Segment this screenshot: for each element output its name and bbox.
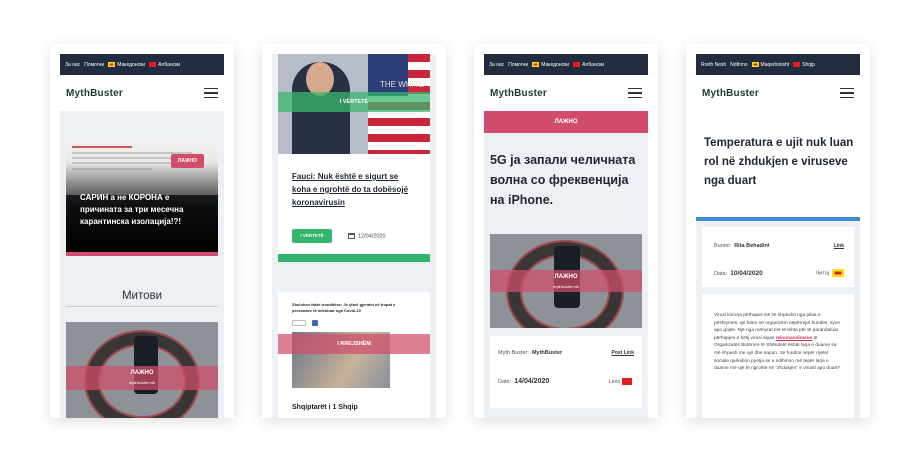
flag-mk-icon <box>532 61 540 67</box>
article-meta: Burimi: Rita Behadini Link Data: 10/04/2… <box>702 227 854 287</box>
article-date: 14/04/2020 <box>514 378 550 385</box>
screen-4: Rreth Nesh Ndihmo Maqedonisht Shqip Myth… <box>696 54 860 418</box>
hero-image[interactable]: THE WHITE I VËRTETË <box>278 54 430 154</box>
nav-about-link[interactable]: Rreth Nesh <box>701 62 726 68</box>
hamburger-menu-icon[interactable] <box>840 88 854 98</box>
read-macedonian-link[interactable]: Читај <box>816 269 844 277</box>
author-name: MythBuster <box>531 350 563 356</box>
true-tag-button[interactable]: I VËRTETË <box>292 229 332 243</box>
article-card-2[interactable]: Zbulohen fakte tronditëse: Je çfarë gjen… <box>278 292 430 418</box>
phone-mockup-2: THE WHITE I VËRTETË Fauci: Nuk është e s… <box>262 44 446 418</box>
flag-al-icon <box>149 61 157 67</box>
header: MythBuster <box>696 75 860 111</box>
false-verdict-band: ЛАЖНО <box>484 111 648 133</box>
card-title[interactable]: САРИН а не КОРОНА е причината за три мес… <box>80 192 208 228</box>
article-meta: Myth Buster: MythBuster Post Link Date: … <box>490 336 642 408</box>
article-title: Temperatura e ujit nuk luan rol në zhduk… <box>704 137 854 187</box>
hamburger-menu-icon[interactable] <box>628 88 642 98</box>
article-image: ЛАЖНО mythbuster.mk <box>490 234 642 328</box>
article-title-link[interactable]: Fauci: Nuk është e sigurt se koha e ngro… <box>292 170 417 209</box>
flag-mk-icon <box>108 61 116 67</box>
hamburger-menu-icon[interactable] <box>204 88 218 98</box>
calendar-icon <box>348 233 355 239</box>
phone-mockup-4: Rreth Nesh Ndihmo Maqedonisht Shqip Myth… <box>686 44 870 418</box>
article-title: 5G ја запали челичната волна со фреквенц… <box>490 153 636 207</box>
lang-albanian[interactable]: Shqip <box>793 62 815 68</box>
false-overlay-band: ЛАЖНО mythbuster.mk <box>66 366 218 390</box>
article-body: Virusi korona përhapet më së shpeshti ng… <box>702 294 854 418</box>
source-link[interactable]: Link <box>834 243 844 249</box>
screen-3: За нас Помогни Македонски Албански MythB… <box>484 54 648 418</box>
phone-mockup-3: За нас Помогни Македонски Албански MythB… <box>474 44 658 418</box>
flag-al-icon <box>573 61 581 67</box>
top-nav-bar: Rreth Nesh Ndihmo Maqedonisht Shqip <box>696 54 860 75</box>
logo[interactable]: MythBuster <box>702 88 759 99</box>
post-link[interactable]: Post Link <box>611 350 634 356</box>
lang-macedonian[interactable]: Македонски <box>108 62 145 68</box>
nav-help-link[interactable]: Ndihmo <box>730 62 747 68</box>
true-overlay-band: I VËRTETË <box>278 92 430 112</box>
flag-mk-icon <box>751 61 759 67</box>
header: MythBuster <box>484 75 648 111</box>
lang-albanian[interactable]: Албански <box>149 62 180 68</box>
recommendations-link[interactable]: rekomandimeve <box>776 336 813 341</box>
logo[interactable]: MythBuster <box>66 88 123 99</box>
header: MythBuster <box>60 75 224 111</box>
section-heading: Митови <box>121 290 163 302</box>
myth-image-card[interactable]: ЛАЖНО mythbuster.mk <box>66 322 218 418</box>
nav-help-link[interactable]: Помогни <box>84 62 104 68</box>
card-accent-strip <box>66 252 218 256</box>
false-overlay-band: I RREJSHËM <box>278 334 430 354</box>
logo[interactable]: MythBuster <box>490 88 547 99</box>
article-title-cut[interactable]: Shqiptarët i 1 Shqip <box>292 404 358 411</box>
lang-macedonian[interactable]: Maqedonisht <box>751 61 789 68</box>
screen-2: THE WHITE I VËRTETË Fauci: Nuk është e s… <box>272 54 436 418</box>
read-albanian-link[interactable]: Lexo <box>609 378 634 385</box>
screen-1: За нас Помогни Македонски Албански MythB… <box>60 54 224 418</box>
source-name: Rita Behadini <box>734 243 770 249</box>
article-card: Fauci: Nuk është e sigurt se koha e ngro… <box>278 154 430 254</box>
card-accent-strip <box>278 254 430 262</box>
flag-mk-icon <box>832 269 844 277</box>
phone-mockup-1: За нас Помогни Македонски Албански MythB… <box>50 44 234 418</box>
top-nav-bar: За нас Помогни Македонски Албански <box>484 54 648 75</box>
flag-al-icon <box>793 61 801 67</box>
lang-macedonian[interactable]: Македонски <box>532 62 569 68</box>
lang-albanian[interactable]: Албански <box>573 62 604 68</box>
top-nav-bar: За нас Помогни Македонски Албански <box>60 54 224 75</box>
nav-about-link[interactable]: За нас <box>489 62 504 68</box>
accent-bar <box>696 217 860 221</box>
divider <box>66 306 218 307</box>
article-date: 10/04/2020 <box>730 269 763 277</box>
article-snippet: Zbulohen fakte tronditëse: Je çfarë gjen… <box>292 302 396 313</box>
nav-help-link[interactable]: Помогни <box>508 62 528 68</box>
false-overlay-band: ЛАЖНО mythbuster.mk <box>490 270 642 292</box>
false-badge: ЛАЖНО <box>170 154 204 168</box>
article-date: 12/04/2020 <box>348 233 386 239</box>
flag-al-icon <box>622 378 632 385</box>
featured-myth-card[interactable]: ЛАЖНО САРИН а не КОРОНА е причината за т… <box>66 140 218 252</box>
nav-about-link[interactable]: За нас <box>65 62 80 68</box>
